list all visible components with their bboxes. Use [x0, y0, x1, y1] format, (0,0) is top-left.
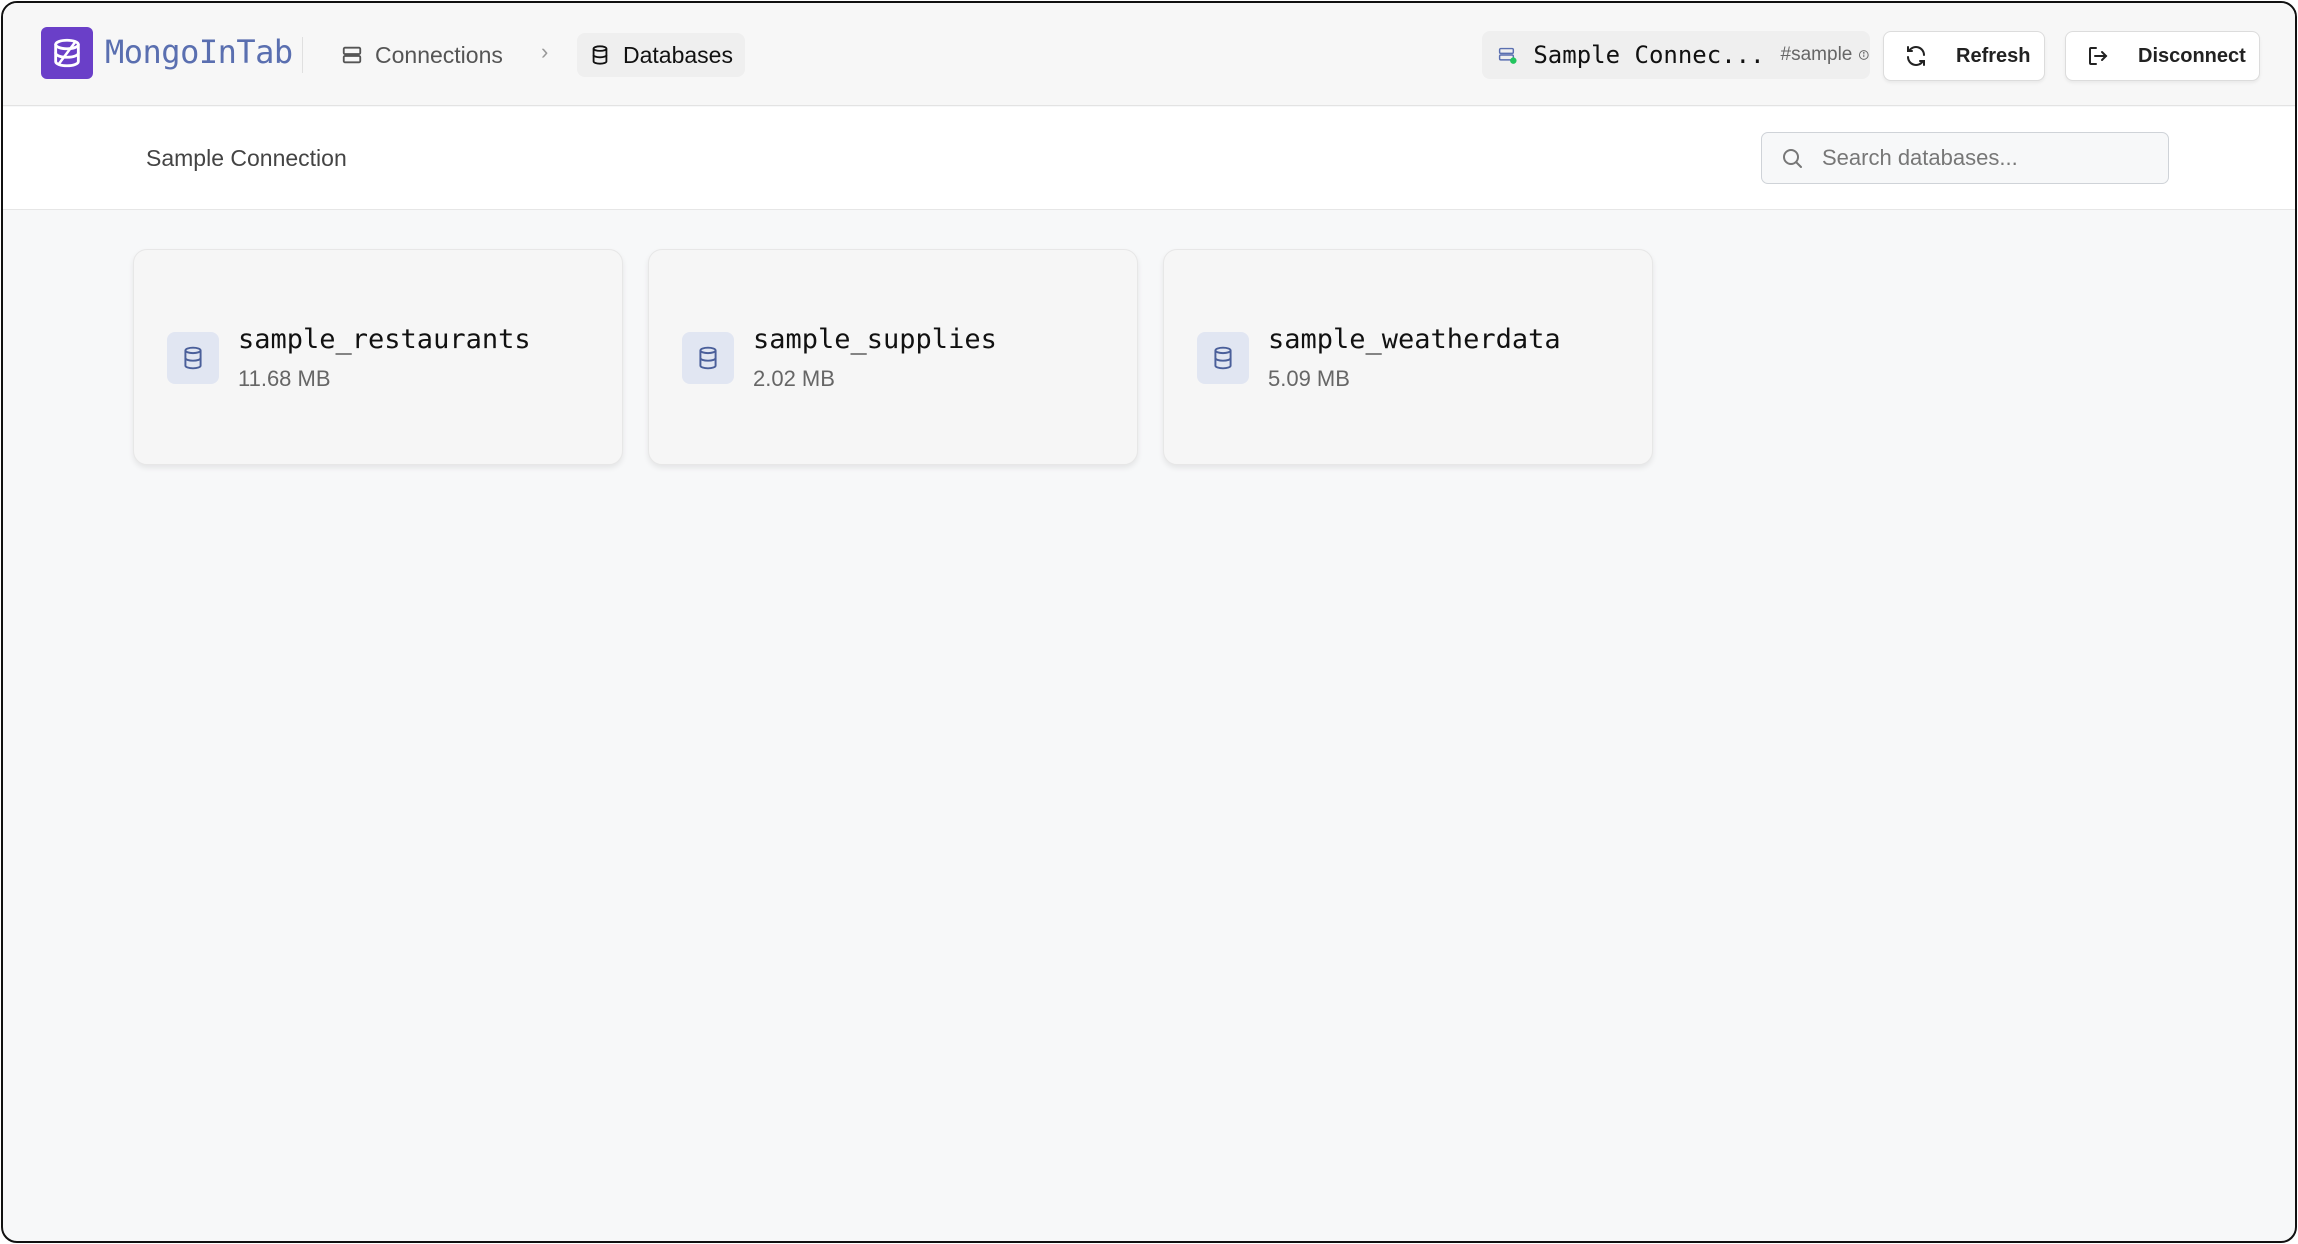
connection-name: Sample Connec... [1533, 41, 1765, 69]
top-header: MongoInTab Connections › Databases Sampl… [3, 3, 2295, 106]
database-card[interactable]: sample_supplies 2.02 MB [648, 249, 1138, 465]
connection-tag: #sample [1780, 44, 1853, 65]
refresh-icon [1907, 46, 1925, 66]
logout-icon [2089, 47, 2108, 65]
database-size: 5.09 MB [1268, 366, 1350, 391]
database-card[interactable]: sample_weatherdata 5.09 MB [1163, 249, 1653, 465]
server-icon [342, 46, 362, 64]
search-box[interactable] [1761, 132, 2169, 184]
database-size: 11.68 MB [238, 366, 331, 391]
info-icon[interactable] [1858, 46, 1870, 64]
disconnect-button-label: Disconnect [2138, 44, 2246, 67]
app-title[interactable]: MongoInTab [105, 33, 293, 71]
breadcrumb-connections[interactable]: Connections [329, 33, 515, 77]
search-icon [1783, 149, 1802, 168]
sub-header: Sample Connection [3, 107, 2295, 210]
database-name: sample_restaurants [238, 324, 531, 355]
header-divider [302, 37, 303, 73]
database-icon [592, 45, 608, 65]
database-name: sample_supplies [753, 324, 997, 355]
breadcrumb-databases-label: Databases [623, 41, 733, 68]
breadcrumb-databases[interactable]: Databases [577, 33, 745, 77]
app-window: MongoInTab Connections › Databases Sampl… [1, 1, 2297, 1243]
breadcrumb-connections-label: Connections [375, 41, 503, 68]
connection-title: Sample Connection [146, 145, 347, 171]
disconnect-button[interactable]: Disconnect [2065, 31, 2260, 81]
database-icon [682, 332, 734, 384]
logo-icon[interactable] [41, 27, 93, 79]
server-status-icon [1498, 47, 1517, 64]
database-card[interactable]: sample_restaurants 11.68 MB [133, 249, 623, 465]
search-input[interactable] [1822, 145, 2142, 171]
database-name: sample_weatherdata [1268, 324, 1561, 355]
database-size: 2.02 MB [753, 366, 835, 391]
refresh-button[interactable]: Refresh [1883, 31, 2045, 81]
connection-indicator[interactable]: Sample Connec... #sample [1482, 31, 1870, 79]
chevron-right-icon: › [541, 39, 549, 64]
refresh-button-label: Refresh [1956, 44, 2031, 67]
database-icon [1197, 332, 1249, 384]
database-icon [167, 332, 219, 384]
